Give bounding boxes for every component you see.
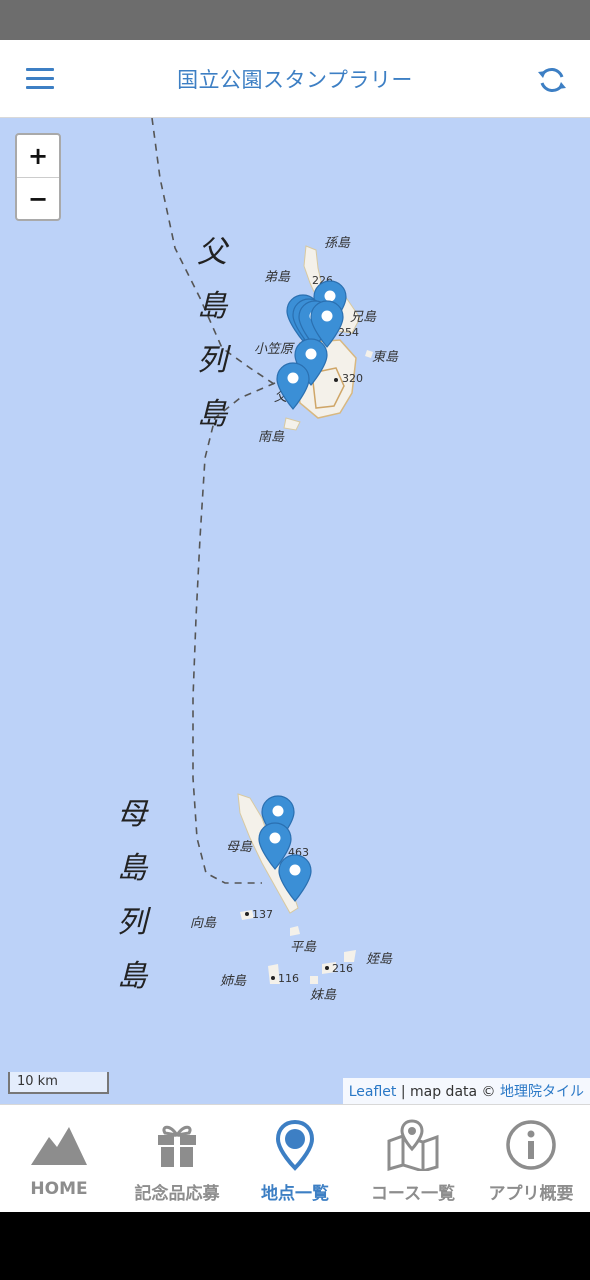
island-label-anijima: 兄島	[350, 310, 377, 325]
map-route-icon	[387, 1119, 439, 1171]
nav-label: HOME	[30, 1179, 88, 1199]
scale-bar: 10 km	[8, 1072, 109, 1094]
refresh-icon[interactable]	[536, 64, 568, 96]
nav-item-about[interactable]: アプリ概要	[472, 1105, 590, 1212]
island-label-hirashima: 平島	[290, 940, 317, 955]
page-title: 国立公園スタンプラリー	[177, 68, 413, 92]
gsi-tiles-link[interactable]: 地理院タイル	[500, 1084, 584, 1100]
zoom-out-button[interactable]: −	[17, 177, 59, 219]
island-label-mukojima: 向島	[190, 916, 217, 931]
island-label-meijima: 姪島	[366, 952, 393, 967]
island-label-imotojima: 妹島	[310, 988, 337, 1003]
zoom-in-button[interactable]: +	[17, 135, 59, 177]
attribution-separator: | map data ©	[396, 1084, 500, 1100]
nav-label: 地点一覧	[261, 1184, 329, 1204]
island-label-anejima: 姉島	[220, 974, 247, 989]
app-header: 国立公園スタンプラリー	[0, 40, 590, 118]
map-view[interactable]: 父 島 列 島 母 島 列 島 孫島 弟島 兄島 小笠原 東島 父 南島 母島 …	[0, 118, 590, 1104]
nav-item-locations[interactable]: 地点一覧	[236, 1105, 354, 1212]
info-icon	[506, 1120, 556, 1170]
elevation-label: 137	[252, 908, 273, 921]
elevation-label: 320	[342, 372, 363, 385]
island-label-magojima: 孫島	[324, 236, 351, 251]
island-label-ototojima: 弟島	[264, 270, 291, 285]
nav-label: アプリ概要	[488, 1184, 574, 1204]
zoom-control: + −	[15, 133, 61, 221]
elevation-label: 216	[332, 962, 353, 975]
elevation-label: 116	[278, 972, 299, 985]
gift-icon	[158, 1125, 196, 1167]
map-base-layer	[151, 118, 373, 984]
island-label-higashijima: 東島	[372, 350, 399, 365]
bottom-navigation: HOME 記念品応募 地点一覧 コース一覧 アプリ概要	[0, 1104, 590, 1212]
nav-item-home[interactable]: HOME	[0, 1105, 118, 1212]
map-pin-icon[interactable]	[276, 362, 310, 410]
island-label-minamijima: 南島	[258, 430, 285, 445]
status-bar	[0, 0, 590, 40]
leaflet-link[interactable]: Leaflet	[349, 1084, 397, 1100]
map-attribution: Leaflet | map data © 地理院タイル	[342, 1078, 590, 1104]
system-navigation-bar	[0, 1212, 590, 1280]
nav-label: 記念品応募	[134, 1184, 220, 1204]
nav-item-gift[interactable]: 記念品応募	[118, 1105, 236, 1212]
chichijima-group-label: 父 島 列 島	[197, 235, 227, 432]
nav-label: コース一覧	[370, 1184, 456, 1204]
mountain-icon	[31, 1127, 87, 1165]
map-pin-icon[interactable]	[278, 854, 312, 902]
map-pin-icon	[275, 1119, 315, 1171]
nav-item-courses[interactable]: コース一覧	[354, 1105, 472, 1212]
island-label-hahajima: 母島	[226, 840, 253, 855]
hahajima-group-label: 母 島 列 島	[117, 797, 147, 994]
